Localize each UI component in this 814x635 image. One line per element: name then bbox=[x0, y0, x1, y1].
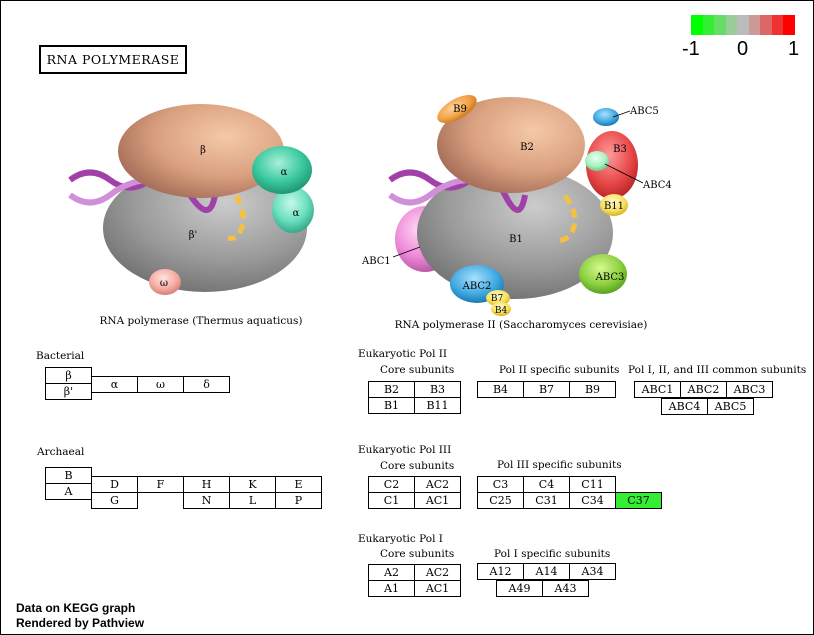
abc4-label: ABC4 bbox=[642, 180, 672, 191]
pol-common-label: Pol I, II, and III common subunits bbox=[628, 364, 807, 376]
gene-box-e[interactable]: E bbox=[275, 476, 322, 493]
gene-box-n[interactable]: N bbox=[183, 492, 230, 509]
gene-box-a1[interactable]: A1 bbox=[368, 580, 415, 597]
gene-box-ac1[interactable]: AC1 bbox=[414, 492, 461, 509]
abc4-subunit bbox=[585, 151, 609, 171]
gene-box-a2[interactable]: A2 bbox=[368, 564, 415, 581]
gene-box-b7[interactable]: B7 bbox=[523, 381, 570, 398]
gene-box-abc3[interactable]: ABC3 bbox=[726, 381, 773, 398]
gene-box-a43[interactable]: A43 bbox=[542, 580, 589, 597]
gene-box-c1[interactable]: C1 bbox=[368, 492, 415, 509]
gene-box-p[interactable]: P bbox=[275, 492, 322, 509]
gene-box-beta[interactable]: β bbox=[45, 367, 92, 384]
pol1-core-label: Core subunits bbox=[380, 548, 455, 560]
archaeal-label: Archaeal bbox=[37, 446, 85, 458]
gene-box-omega[interactable]: ω bbox=[137, 376, 184, 393]
gene-box-ac1-pol1[interactable]: AC1 bbox=[414, 580, 461, 597]
gene-box-c2[interactable]: C2 bbox=[368, 476, 415, 493]
gene-box-a12[interactable]: A12 bbox=[477, 563, 524, 580]
abc1-label: ABC1 bbox=[361, 256, 391, 267]
beta-label: β bbox=[200, 145, 206, 156]
gene-box-beta-prime[interactable]: β' bbox=[45, 383, 92, 400]
gene-box-g[interactable]: G bbox=[91, 492, 138, 509]
pol2-core-label: Core subunits bbox=[380, 364, 455, 376]
gene-box-a34[interactable]: A34 bbox=[569, 563, 616, 580]
pol3-specific-label: Pol III specific subunits bbox=[497, 459, 622, 471]
b2-label: B2 bbox=[520, 142, 534, 153]
abc2-label: ABC2 bbox=[462, 281, 492, 292]
gene-box-b1[interactable]: B1 bbox=[368, 397, 415, 414]
b11-label: B11 bbox=[604, 201, 624, 212]
right-polymerase: B9 ABC5 B2 B3 ABC4 B11 B1 ABC1 ABC2 ABC3… bbox=[361, 95, 672, 331]
footer-line-2: Rendered by Pathview bbox=[16, 616, 145, 630]
gene-box-ac2[interactable]: AC2 bbox=[414, 476, 461, 493]
gene-box-l[interactable]: L bbox=[229, 492, 276, 509]
right-caption: RNA polymerase II (Saccharomyces cerevis… bbox=[395, 319, 648, 331]
gene-box-k[interactable]: K bbox=[229, 476, 276, 493]
pol2-specific-label: Pol II specific subunits bbox=[499, 364, 620, 376]
gene-box-h[interactable]: H bbox=[183, 476, 230, 493]
footer-line-1: Data on KEGG graph bbox=[16, 601, 136, 615]
gene-box-b4[interactable]: B4 bbox=[477, 381, 524, 398]
gene-box-abc4[interactable]: ABC4 bbox=[661, 398, 708, 415]
gene-box-delta[interactable]: δ bbox=[183, 376, 230, 393]
beta-prime-label: β' bbox=[189, 230, 198, 241]
abc5-subunit bbox=[593, 108, 619, 126]
gene-box-c11[interactable]: C11 bbox=[569, 476, 616, 493]
gene-box-a[interactable]: A bbox=[45, 483, 92, 500]
gene-box-c37[interactable]: C37 bbox=[615, 492, 662, 509]
pol1-specific-label: Pol I specific subunits bbox=[494, 548, 611, 560]
gene-box-c31[interactable]: C31 bbox=[523, 492, 570, 509]
gene-box-c25[interactable]: C25 bbox=[477, 492, 524, 509]
gene-box-c3[interactable]: C3 bbox=[477, 476, 524, 493]
gene-box-b2[interactable]: B2 bbox=[368, 381, 415, 398]
b7-label: B7 bbox=[491, 294, 504, 304]
gene-box-a49[interactable]: A49 bbox=[496, 580, 543, 597]
pol2-label: Eukaryotic Pol II bbox=[358, 348, 448, 360]
gene-box-ac2-pol1[interactable]: AC2 bbox=[414, 564, 461, 581]
gene-box-abc2[interactable]: ABC2 bbox=[680, 381, 727, 398]
gene-box-f[interactable]: F bbox=[137, 476, 184, 493]
alpha1-label: α bbox=[281, 167, 288, 178]
omega-label: ω bbox=[160, 278, 168, 289]
bacterial-label: Bacterial bbox=[36, 350, 85, 362]
pol1-label: Eukaryotic Pol I bbox=[358, 533, 443, 545]
b1-label: B1 bbox=[509, 234, 523, 245]
gene-box-c34[interactable]: C34 bbox=[569, 492, 616, 509]
gene-box-b11[interactable]: B11 bbox=[414, 397, 461, 414]
alpha2-label: α bbox=[293, 208, 300, 219]
gene-box-a14[interactable]: A14 bbox=[523, 563, 570, 580]
abc5-label: ABC5 bbox=[629, 106, 659, 117]
gene-box-abc1[interactable]: ABC1 bbox=[634, 381, 681, 398]
gene-box-b9[interactable]: B9 bbox=[569, 381, 616, 398]
gene-box-d[interactable]: D bbox=[91, 476, 138, 493]
gene-box-b[interactable]: B bbox=[45, 467, 92, 484]
b4-label: B4 bbox=[495, 306, 508, 316]
gene-box-c4[interactable]: C4 bbox=[523, 476, 570, 493]
gene-box-abc5[interactable]: ABC5 bbox=[707, 398, 754, 415]
pol3-core-label: Core subunits bbox=[380, 460, 455, 472]
gene-box-b3[interactable]: B3 bbox=[414, 381, 461, 398]
pol3-label: Eukaryotic Pol III bbox=[358, 444, 452, 456]
left-caption: RNA polymerase (Thermus aquaticus) bbox=[100, 315, 303, 327]
polymerase-structures: β β' α α ω RNA polymerase (Thermus aquat… bbox=[68, 95, 672, 331]
b3-label: B3 bbox=[613, 144, 627, 155]
left-polymerase: β β' α α ω RNA polymerase (Thermus aquat… bbox=[68, 104, 314, 327]
abc3-label: ABC3 bbox=[595, 272, 625, 283]
b9-label: B9 bbox=[453, 104, 467, 115]
gene-box-alpha[interactable]: α bbox=[91, 376, 138, 393]
